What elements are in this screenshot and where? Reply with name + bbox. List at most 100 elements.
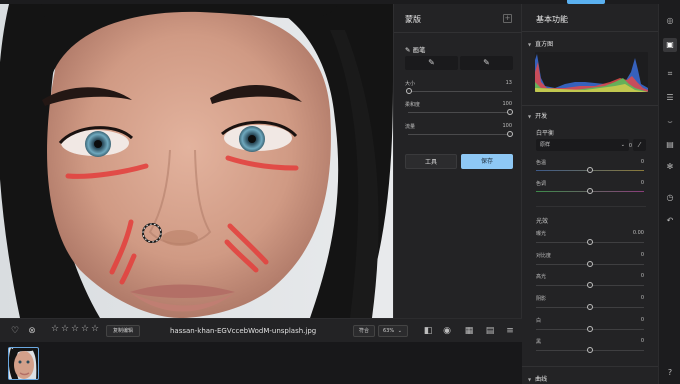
star-icon[interactable]: ☆ (90, 324, 100, 334)
histogram-label: 直方图 (535, 41, 554, 48)
divider (522, 31, 658, 32)
softness-label: 柔和度 (405, 102, 421, 108)
develop-label: 开发 (535, 113, 548, 120)
flow-slider-knob[interactable] (507, 131, 513, 137)
effects-icon[interactable]: ✻ (663, 160, 677, 174)
shadows-slider-knob[interactable] (587, 304, 593, 310)
contrast-slider-knob[interactable] (587, 261, 593, 267)
fit-button[interactable]: 符合 (353, 325, 375, 337)
star-icon[interactable]: ☆ (50, 324, 60, 334)
zoom-select[interactable]: 63% ⌄ (378, 325, 408, 337)
adjust-icon[interactable]: ☰ (663, 91, 677, 105)
highlights-value: 0 (640, 273, 644, 279)
divider (394, 32, 523, 33)
collapse-icon: ▼ (528, 377, 532, 382)
star-icon[interactable]: ☆ (80, 324, 90, 334)
grid-view-icon[interactable]: ▦ (463, 325, 475, 337)
tint-value: 0 (640, 180, 644, 186)
divider (536, 206, 646, 207)
histogram (535, 52, 648, 92)
chevron-down-icon: ⌄ (397, 328, 402, 334)
white-balance-number: 0 (628, 143, 632, 149)
star-rating[interactable]: ☆ ☆ ☆ ☆ ☆ (50, 324, 100, 334)
collapse-icon: ▼ (528, 114, 532, 119)
undo-icon[interactable]: ↶ (663, 214, 677, 228)
blacks-slider-knob[interactable] (587, 347, 593, 353)
photo-thumbnail[interactable] (8, 347, 39, 380)
temperature-slider-knob[interactable] (587, 167, 593, 173)
brush-section-header[interactable]: ✎ 画笔 (405, 44, 426, 54)
basic-panel-title: 基本功能 (536, 15, 568, 24)
shadows-value: 0 (640, 295, 644, 301)
brush-icon: ✎ (405, 46, 411, 54)
whites-slider-knob[interactable] (587, 326, 593, 332)
mask-panel-title: 蒙版 (405, 15, 421, 24)
temperature-value: 0 (640, 159, 644, 165)
tools-button[interactable]: 工具 (405, 154, 457, 169)
size-slider-track[interactable] (408, 91, 512, 92)
shadows-label: 阴影 (536, 296, 547, 302)
mask-panel: 蒙版 + ✎ 画笔 ✎ ✎ 大小 13 柔和度 100 流量 100 工具 保存 (393, 4, 523, 318)
tool-rail: ◎ ▣ ⌗ ☰ ⌣ ▤ ✻ ◷ ↶ ? (658, 4, 680, 384)
photo-canvas[interactable] (0, 0, 393, 318)
divider (522, 366, 658, 367)
brush-label: 画笔 (412, 46, 426, 54)
tint-slider-knob[interactable] (587, 188, 593, 194)
portrait-photo (0, 0, 393, 318)
star-icon[interactable]: ☆ (60, 324, 70, 334)
history-icon[interactable]: ◷ (663, 191, 677, 205)
heart-icon[interactable]: ♡ (9, 325, 21, 337)
highlights-slider-knob[interactable] (587, 282, 593, 288)
copy-edit-button[interactable]: 复制编辑 (106, 325, 140, 337)
whites-value: 0 (640, 317, 644, 323)
softness-slider-track[interactable] (408, 112, 512, 113)
brush-erase-button[interactable]: ✎ (460, 56, 513, 70)
save-button[interactable]: 保存 (461, 154, 513, 169)
softness-value: 100 (502, 101, 512, 107)
exposure-label: 曝光 (536, 231, 547, 237)
layers-icon[interactable]: ▤ (663, 138, 677, 152)
brush-add-button[interactable]: ✎ (405, 56, 458, 70)
exposure-slider-knob[interactable] (587, 239, 593, 245)
whites-label: 白 (536, 318, 542, 324)
retouch-icon[interactable]: ⌣ (663, 115, 677, 129)
size-value: 13 (505, 80, 512, 86)
zoom-value: 63% (383, 328, 395, 334)
flow-slider-track[interactable] (408, 134, 512, 135)
temperature-label: 色温 (536, 160, 547, 166)
white-balance-select[interactable]: 原样 ⌄ (536, 139, 629, 151)
crop-icon[interactable]: ⌗ (663, 67, 677, 81)
blacks-label: 黑 (536, 339, 542, 345)
help-icon[interactable]: ? (663, 366, 677, 380)
eye-icon[interactable]: ◉ (441, 325, 453, 337)
presets-icon[interactable]: ◎ (663, 14, 677, 28)
add-mask-button[interactable]: + (503, 14, 512, 23)
exposure-value: 0.00 (632, 230, 644, 236)
flow-label: 流量 (405, 124, 416, 130)
compare-icon[interactable]: ◧ (422, 325, 434, 337)
tint-label: 色调 (536, 181, 547, 187)
sort-icon[interactable]: ≡ (504, 325, 516, 337)
mask-icon[interactable]: ▣ (663, 38, 677, 52)
reject-icon[interactable]: ⊗ (26, 325, 38, 337)
collapse-icon: ▼ (528, 42, 532, 47)
light-label: 光效 (536, 218, 549, 225)
basic-panel: 基本功能 ▼ 直方图 ▼ 开发 白平衡 原样 ⌄ 0 ⁄ 色温 0 色调 0 光效 … (522, 4, 658, 384)
eyedropper-icon[interactable]: ⁄ (633, 139, 646, 151)
blacks-value: 0 (640, 338, 644, 344)
contrast-value: 0 (640, 252, 644, 258)
flow-value: 100 (502, 123, 512, 129)
file-name: hassan-khan-EGVccebWodM-unsplash.jpg (170, 327, 317, 335)
softness-slider-knob[interactable] (507, 109, 513, 115)
white-balance-value: 原样 (540, 142, 551, 148)
curve-section-header[interactable]: ▼ 曲线 (528, 374, 547, 383)
bottom-toolbar: ♡ ⊗ ☆ ☆ ☆ ☆ ☆ 复制编辑 hassan-khan-EGVccebWodM-u… (0, 318, 522, 342)
brush-mode-toggle: ✎ ✎ (405, 56, 513, 70)
histogram-section-header[interactable]: ▼ 直方图 (528, 39, 553, 48)
star-icon[interactable]: ☆ (70, 324, 80, 334)
size-slider-knob[interactable] (406, 88, 412, 94)
contrast-label: 对比度 (536, 253, 552, 259)
filmstrip-view-icon[interactable]: ▤ (484, 325, 496, 337)
develop-section-header[interactable]: ▼ 开发 (528, 111, 547, 120)
size-label: 大小 (405, 81, 416, 87)
